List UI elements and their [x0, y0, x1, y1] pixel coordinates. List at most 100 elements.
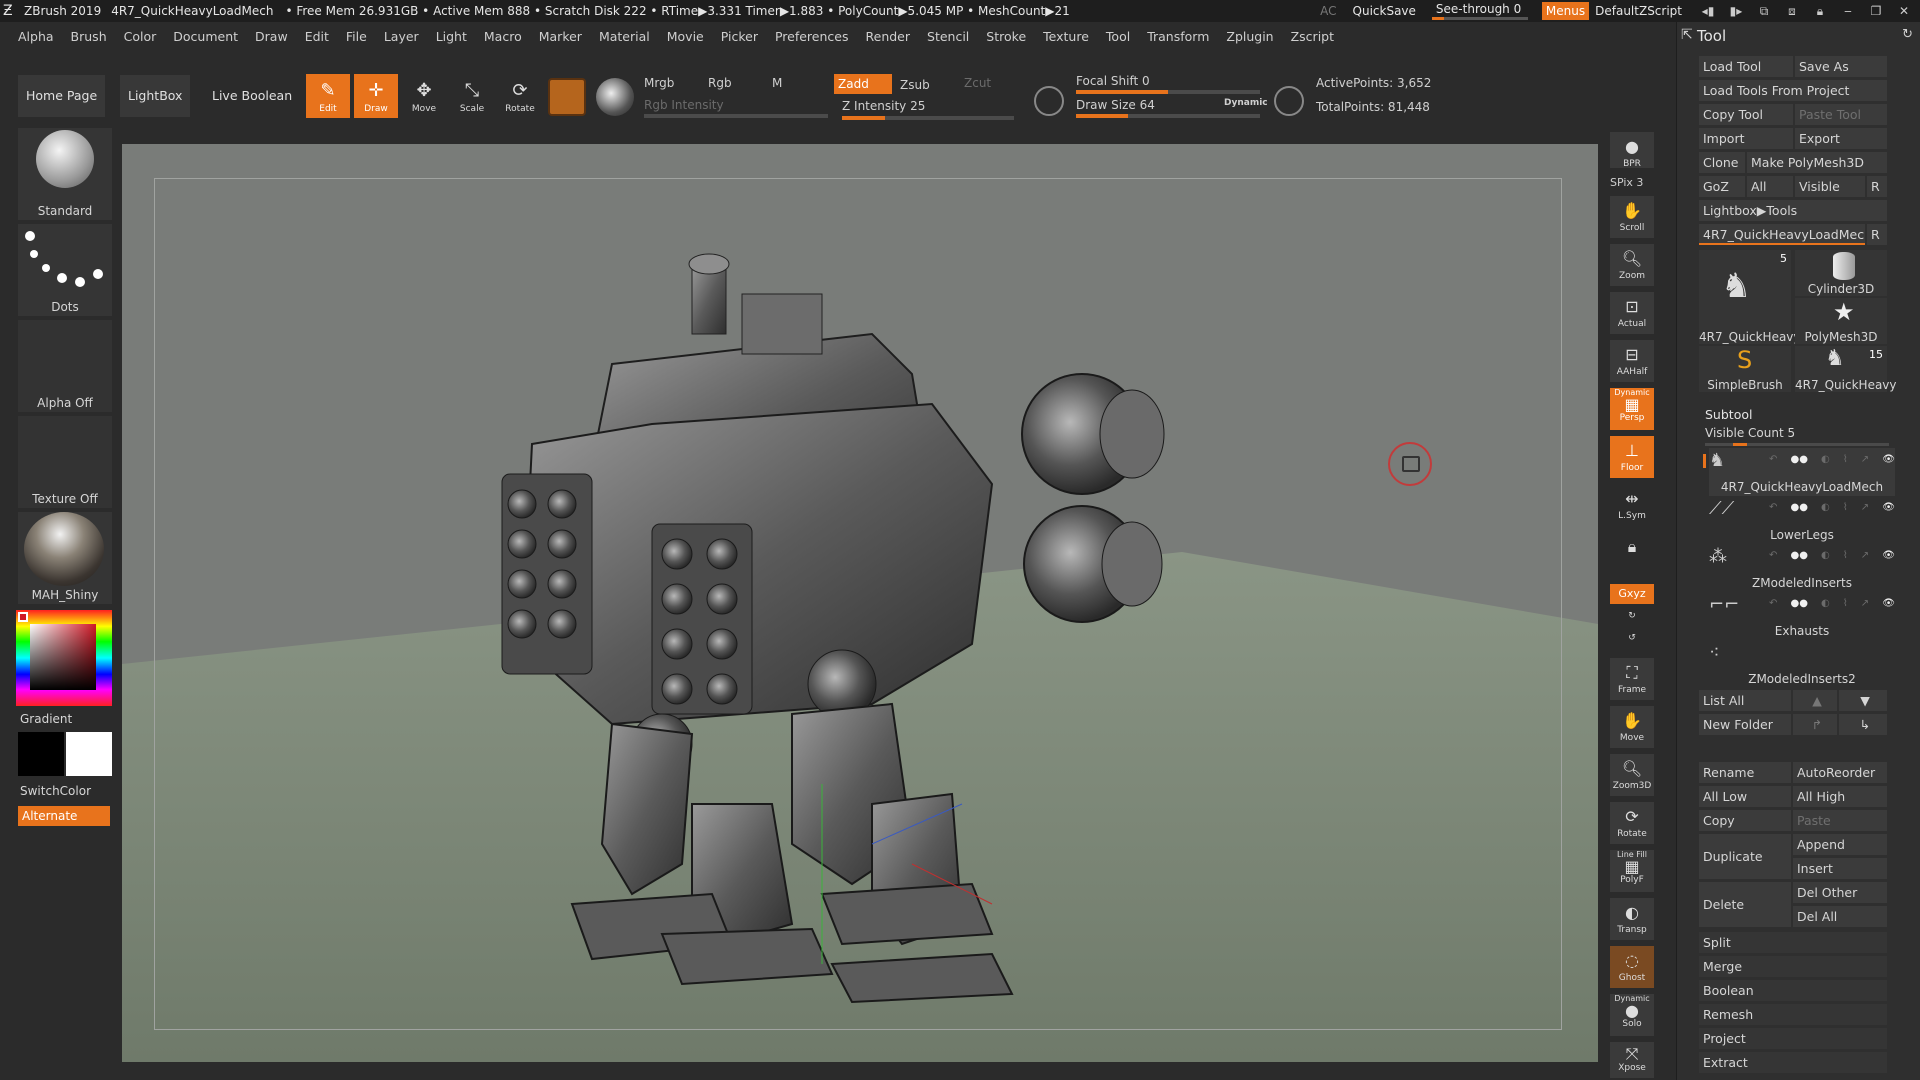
mech-3d-model[interactable]	[492, 244, 1272, 1004]
xyz-button[interactable]: Gxyz	[1610, 584, 1654, 604]
menus-toggle-button[interactable]: Menus	[1541, 2, 1590, 20]
canvas-viewport[interactable]	[122, 144, 1598, 1062]
interface-size-large-icon[interactable]: ▮▸	[1724, 2, 1748, 20]
menu-color[interactable]: Color	[124, 29, 157, 44]
color-sphere-button[interactable]	[596, 78, 634, 116]
current-tool-r-button[interactable]: R	[1867, 224, 1887, 245]
alternate-button[interactable]: Alternate	[18, 806, 110, 826]
move-mode-button[interactable]: ✥ Move	[402, 74, 446, 118]
zsub-button[interactable]: Zsub	[900, 78, 930, 92]
alpha-thumbnail[interactable]: Alpha Off	[18, 320, 112, 412]
visibility-eye-icon[interactable]: 👁︎	[1882, 598, 1895, 610]
paste-subtool-button[interactable]: Paste	[1793, 810, 1887, 831]
menu-layer[interactable]: Layer	[384, 29, 419, 44]
palette-close-icon[interactable]: ↻	[1902, 27, 1913, 42]
mrgb-button[interactable]: Mrgb	[644, 76, 674, 90]
del-all-button[interactable]: Del All	[1793, 906, 1887, 927]
project-section[interactable]: Project	[1699, 1028, 1887, 1049]
split-section[interactable]: Split	[1699, 932, 1887, 953]
visibility-eye-icon[interactable]: 👁︎	[1882, 502, 1895, 514]
rotate-view-button[interactable]: ⟳ Rotate	[1610, 802, 1654, 844]
copy-tool-button[interactable]: Copy Tool	[1699, 104, 1793, 125]
menu-macro[interactable]: Macro	[484, 29, 522, 44]
primary-color-swatch[interactable]	[66, 732, 112, 776]
rgb-intensity-label[interactable]: Rgb Intensity	[644, 98, 724, 112]
append-button[interactable]: Append	[1793, 834, 1887, 855]
material-swatch-button[interactable]	[548, 78, 586, 116]
menu-file[interactable]: File	[346, 29, 367, 44]
subtool-item[interactable]: ♞ ↶ ●● ◐ ⌇ ↗ 👁︎ 4R7_QuickHeavyLoadMech	[1703, 448, 1895, 496]
maximize-icon[interactable]: ❐	[1864, 2, 1888, 20]
z-intensity-slider[interactable]	[842, 116, 1014, 120]
menu-picker[interactable]: Picker	[721, 29, 758, 44]
delete-button[interactable]: Delete	[1699, 882, 1791, 927]
clone-button[interactable]: Clone	[1699, 152, 1745, 173]
move-down-icon[interactable]: ▼	[1839, 690, 1887, 711]
goz-r-button[interactable]: R	[1867, 176, 1887, 197]
z-intensity-label[interactable]: Z Intensity 25	[842, 99, 925, 113]
boolean-section[interactable]: Boolean	[1699, 980, 1887, 1001]
zadd-button[interactable]: Zadd	[834, 74, 892, 94]
color-picker[interactable]	[16, 610, 112, 706]
default-zscript-button[interactable]: DefaultZScript	[1595, 4, 1682, 18]
focal-shift-label[interactable]: Focal Shift 0	[1076, 74, 1150, 88]
menu-tool[interactable]: Tool	[1106, 29, 1130, 44]
goz-button[interactable]: GoZ	[1699, 176, 1745, 197]
subtool-item[interactable]: ⟋⟋ ↶ ●● ◐ ⌇ ↗ 👁︎ LowerLegs	[1709, 496, 1895, 544]
zoom-button[interactable]: 🔍︎ Zoom	[1610, 244, 1654, 286]
rotate-y-button[interactable]: ↻	[1610, 606, 1654, 626]
zoom3d-button[interactable]: 🔍︎ Zoom3D	[1610, 754, 1654, 796]
export-button[interactable]: Export	[1795, 128, 1887, 149]
del-other-button[interactable]: Del Other	[1793, 882, 1887, 903]
menu-preferences[interactable]: Preferences	[775, 29, 849, 44]
layout-switch-icon[interactable]: ⧈	[1780, 2, 1804, 20]
scale-mode-button[interactable]: ⤡ Scale	[450, 74, 494, 118]
draw-size-slider[interactable]	[1076, 114, 1260, 118]
subtool-section-header[interactable]: Subtool	[1705, 407, 1752, 422]
menu-zscript[interactable]: Zscript	[1291, 29, 1334, 44]
save-as-button[interactable]: Save As	[1795, 56, 1887, 77]
tool-thumb-mech-15[interactable]: ♞ 15 4R7_QuickHeavy	[1795, 346, 1897, 392]
material-thumbnail[interactable]: MAH_Shiny	[18, 512, 112, 604]
palette-pin-icon[interactable]: ⇱	[1681, 27, 1693, 43]
paste-tool-button[interactable]: Paste Tool	[1795, 104, 1887, 125]
folder-arrow-icon[interactable]: ↱	[1793, 714, 1837, 735]
draw-size-label[interactable]: Draw Size 64	[1076, 98, 1155, 112]
lsym-button[interactable]: ⇹ L.Sym	[1610, 484, 1654, 526]
tool-thumb-simplebrush[interactable]: S SimpleBrush	[1699, 346, 1791, 392]
tool-thumb-polymesh3d[interactable]: ★ PolyMesh3D	[1795, 298, 1887, 344]
insert-button[interactable]: Insert	[1793, 858, 1887, 879]
spix-slider[interactable]: SPix 3	[1610, 176, 1643, 189]
dynamic-button[interactable]: Dynamic	[1224, 98, 1268, 108]
home-page-tab[interactable]: Home Page	[18, 75, 106, 117]
stroke-thumbnail[interactable]: Dots	[18, 224, 112, 316]
menu-zplugin[interactable]: Zplugin	[1226, 29, 1273, 44]
ac-button[interactable]: AC	[1320, 4, 1336, 18]
tool-thumb-mech-5[interactable]: ♞ 5 4R7_QuickHeavy	[1699, 250, 1801, 344]
transp-button[interactable]: ◐ Transp	[1610, 898, 1654, 940]
secondary-color-swatch[interactable]	[18, 732, 64, 776]
draw-dial-icon[interactable]	[1274, 86, 1304, 116]
aahalf-button[interactable]: ⊟ AAHalf	[1610, 340, 1654, 382]
menu-texture[interactable]: Texture	[1043, 29, 1089, 44]
copy-subtool-button[interactable]: Copy	[1699, 810, 1791, 831]
import-button[interactable]: Import	[1699, 128, 1793, 149]
m-button[interactable]: M	[772, 76, 782, 90]
solo-button[interactable]: Dynamic ● Solo	[1610, 994, 1654, 1036]
focal-shift-slider[interactable]	[1076, 90, 1260, 94]
remesh-section[interactable]: Remesh	[1699, 1004, 1887, 1025]
rgb-button[interactable]: Rgb	[708, 76, 732, 90]
gradient-label[interactable]: Gradient	[20, 712, 72, 726]
see-through-slider[interactable]: See-through 0	[1431, 2, 1528, 20]
floor-button[interactable]: ⊥ Floor	[1610, 436, 1654, 478]
menu-marker[interactable]: Marker	[539, 29, 582, 44]
menu-transform[interactable]: Transform	[1147, 29, 1209, 44]
menu-edit[interactable]: Edit	[305, 29, 329, 44]
rename-button[interactable]: Rename	[1699, 762, 1791, 783]
color-saturation-square[interactable]	[30, 624, 96, 690]
live-boolean-tab[interactable]: Live Boolean	[204, 75, 301, 117]
menu-movie[interactable]: Movie	[667, 29, 704, 44]
duplicate-button[interactable]: Duplicate	[1699, 834, 1791, 879]
actual-button[interactable]: ⊡ Actual	[1610, 292, 1654, 334]
scroll-button[interactable]: ✋ Scroll	[1610, 196, 1654, 238]
